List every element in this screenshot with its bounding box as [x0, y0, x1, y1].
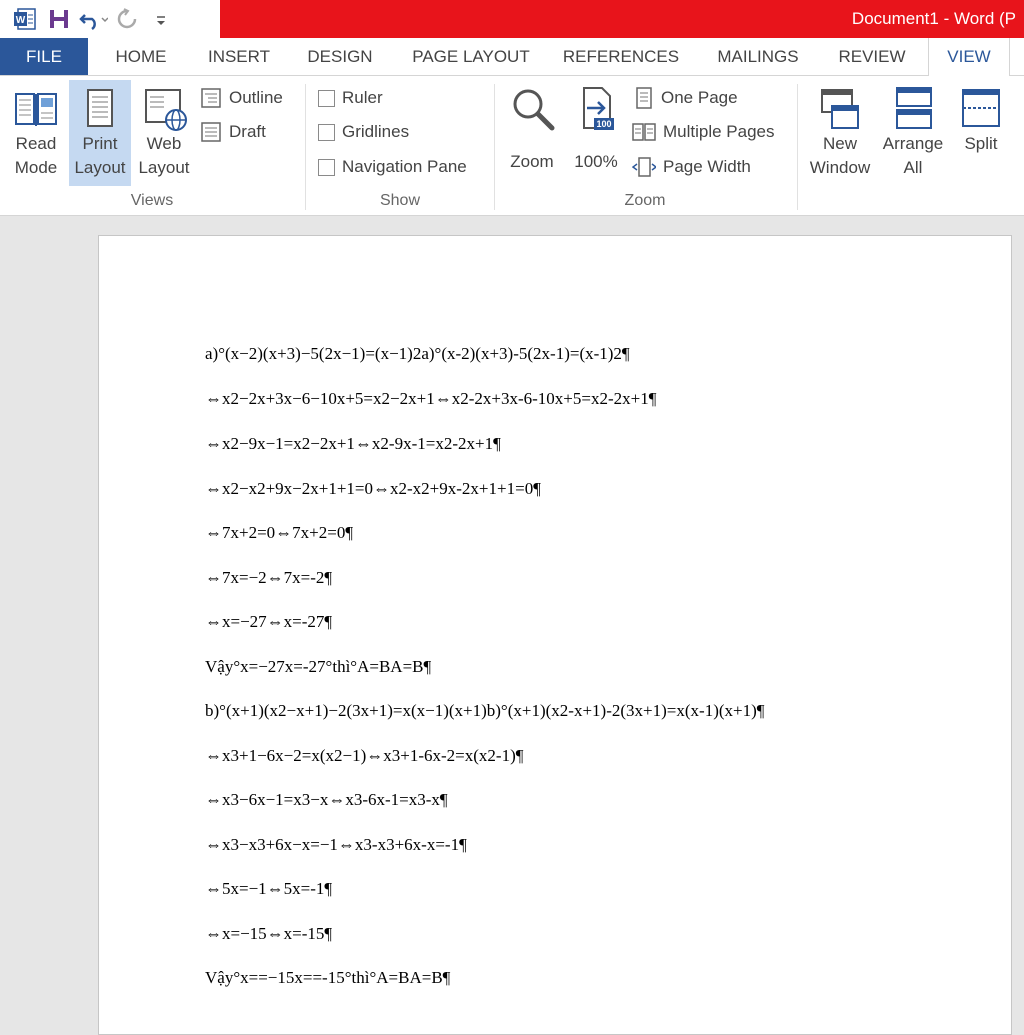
ruler-checkbox[interactable]: Ruler [318, 84, 383, 112]
print-layout-label-2: Layout [74, 158, 126, 177]
ribbon-tabs: FILE HOME INSERT DESIGN PAGE LAYOUT REFE… [0, 38, 1024, 76]
new-window-icon [821, 89, 859, 129]
tab-page-layout[interactable]: PAGE LAYOUT [400, 38, 542, 75]
zoom-label: Zoom [510, 152, 554, 171]
outline-icon [201, 88, 221, 108]
document-page[interactable]: a)°(x−2)(x+3)−5(2x−1)=(x−1)2a)°(x-2)(x+3… [98, 235, 1012, 1035]
web-layout-label-1: Web [146, 134, 182, 153]
ruler-check[interactable] [318, 89, 335, 107]
draft-button[interactable]: Draft [200, 118, 266, 146]
arrange-all-label-2: All [903, 158, 923, 177]
print-layout-icon [87, 89, 113, 127]
read-mode-label-2: Mode [14, 158, 58, 177]
new-window-button[interactable]: New Window [804, 84, 876, 180]
redo-icon[interactable] [112, 4, 142, 34]
undo-icon[interactable] [78, 4, 108, 34]
outline-label: Outline [229, 88, 283, 107]
document-line-7[interactable]: ⇔x=−27⇔x=-27¶ [205, 612, 332, 632]
group-separator [305, 84, 306, 210]
group-separator [494, 84, 495, 210]
document-line-3[interactable]: ⇔x2−9x−1=x2−2x+1⇔x2-9x-1=x2-2x+1¶ [205, 434, 501, 454]
document-line-12[interactable]: ⇔x3−x3+6x−x=−1⇔x3-x3+6x-x=-1¶ [205, 835, 467, 855]
split-button[interactable]: Split [952, 84, 1010, 156]
navigation-pane-label: Navigation Pane [342, 157, 467, 176]
split-label: Split [964, 134, 998, 153]
outline-button[interactable]: Outline [200, 84, 283, 112]
page-zoom-100-icon: 100 [583, 87, 614, 130]
group-label-zoom: Zoom [624, 192, 666, 209]
read-mode-button[interactable]: Read Mode [6, 84, 66, 180]
print-layout-button[interactable]: Print Layout [69, 80, 131, 186]
document-line-13[interactable]: ⇔5x=−1⇔5x=-1¶ [205, 879, 332, 899]
draft-label: Draft [229, 122, 266, 141]
split-icon [962, 89, 1000, 127]
title-band: Document1 - Word (P [220, 0, 1024, 38]
document-line-8[interactable]: Vậy°x=−27x=-27°thì°A=BA=B¶ [205, 657, 431, 677]
document-line-9[interactable]: b)°(x+1)(x2−x+1)−2(3x+1)=x(x−1)(x+1)b)°(… [205, 701, 764, 721]
document-line-10[interactable]: ⇔x3+1−6x−2=x(x2−1)⇔x3+1-6x-2=x(x2-1)¶ [205, 746, 523, 766]
tab-view[interactable]: VIEW [928, 38, 1010, 76]
tab-design[interactable]: DESIGN [296, 38, 384, 75]
group-label-views: Views [130, 192, 174, 209]
gridlines-checkbox[interactable]: Gridlines [318, 118, 409, 146]
document-line-14[interactable]: ⇔x=−15⇔x=-15¶ [205, 924, 332, 944]
new-window-label-1: New [822, 134, 857, 153]
print-layout-label-1: Print [82, 134, 118, 153]
zoom-100-badge: 100 [596, 119, 611, 129]
zoom-100-label: 100% [574, 152, 618, 171]
web-layout-label-2: Layout [138, 158, 190, 177]
ruler-label: Ruler [342, 88, 383, 107]
group-separator [797, 84, 798, 210]
document-line-5[interactable]: ⇔7x+2=0⇔7x+2=0¶ [205, 523, 353, 543]
read-mode-icon [15, 93, 57, 126]
multiple-pages-icon [632, 123, 656, 141]
arrange-all-button[interactable]: Arrange All [878, 84, 948, 180]
quick-access-toolbar: W [0, 0, 220, 38]
page-width-button[interactable]: Page Width [632, 153, 751, 181]
zoom-button[interactable]: Zoom [502, 84, 562, 174]
web-layout-button[interactable]: Web Layout [134, 84, 194, 180]
tab-references[interactable]: REFERENCES [556, 38, 686, 75]
tab-home[interactable]: HOME [98, 38, 184, 75]
document-line-2[interactable]: ⇔x2−2x+3x−6−10x+5=x2−2x+1⇔x2-2x+3x-6-10x… [205, 389, 656, 409]
one-page-label: One Page [661, 88, 738, 107]
zoom-100-button[interactable]: 100 100% [566, 84, 626, 174]
web-layout-icon [145, 89, 187, 131]
document-area[interactable]: a)°(x−2)(x+3)−5(2x−1)=(x−1)2a)°(x-2)(x+3… [0, 216, 1024, 1035]
page-width-icon [632, 157, 656, 177]
window-title: Document1 - Word (P [851, 9, 1016, 28]
save-icon[interactable] [44, 4, 74, 34]
one-page-icon [636, 87, 652, 109]
arrange-all-icon [896, 87, 932, 129]
document-line-6[interactable]: ⇔7x=−2⇔7x=-2¶ [205, 568, 332, 588]
svg-text:W: W [16, 15, 26, 26]
tab-mailings[interactable]: MAILINGS [702, 38, 814, 75]
one-page-button[interactable]: One Page [634, 84, 738, 112]
draft-icon [201, 122, 221, 142]
tab-file[interactable]: FILE [0, 38, 88, 75]
group-label-show: Show [379, 192, 421, 209]
tab-insert[interactable]: INSERT [196, 38, 282, 75]
title-bar: W Document1 - Word (P [0, 0, 1024, 38]
gridlines-check[interactable] [318, 123, 335, 141]
document-line-1[interactable]: a)°(x−2)(x+3)−5(2x−1)=(x−1)2a)°(x-2)(x+3… [205, 344, 630, 364]
gridlines-label: Gridlines [342, 122, 410, 141]
document-line-15[interactable]: Vậy°x==−15x==-15°thì°A=BA=B¶ [205, 968, 450, 988]
magnifier-icon [513, 89, 555, 131]
customize-icon[interactable] [146, 4, 176, 34]
tab-review[interactable]: REVIEW [828, 38, 916, 75]
navigation-pane-check[interactable] [318, 158, 335, 176]
new-window-label-2: Window [809, 158, 871, 177]
document-line-11[interactable]: ⇔x3−6x−1=x3−x⇔x3-6x-1=x3-x¶ [205, 790, 448, 810]
read-mode-label-1: Read [15, 134, 57, 153]
arrange-all-label-1: Arrange [882, 134, 944, 153]
ribbon: Read Mode Print Layout Web Layout Outlin… [0, 76, 1024, 216]
multiple-pages-button[interactable]: Multiple Pages [632, 118, 775, 146]
document-line-4[interactable]: ⇔x2−x2+9x−2x+1+1=0⇔x2-x2+9x-2x+1+1=0¶ [205, 479, 541, 499]
multiple-pages-label: Multiple Pages [663, 122, 775, 141]
page-width-label: Page Width [663, 157, 751, 176]
word-app-icon[interactable]: W [10, 4, 40, 34]
navigation-pane-checkbox[interactable]: Navigation Pane [318, 153, 467, 181]
